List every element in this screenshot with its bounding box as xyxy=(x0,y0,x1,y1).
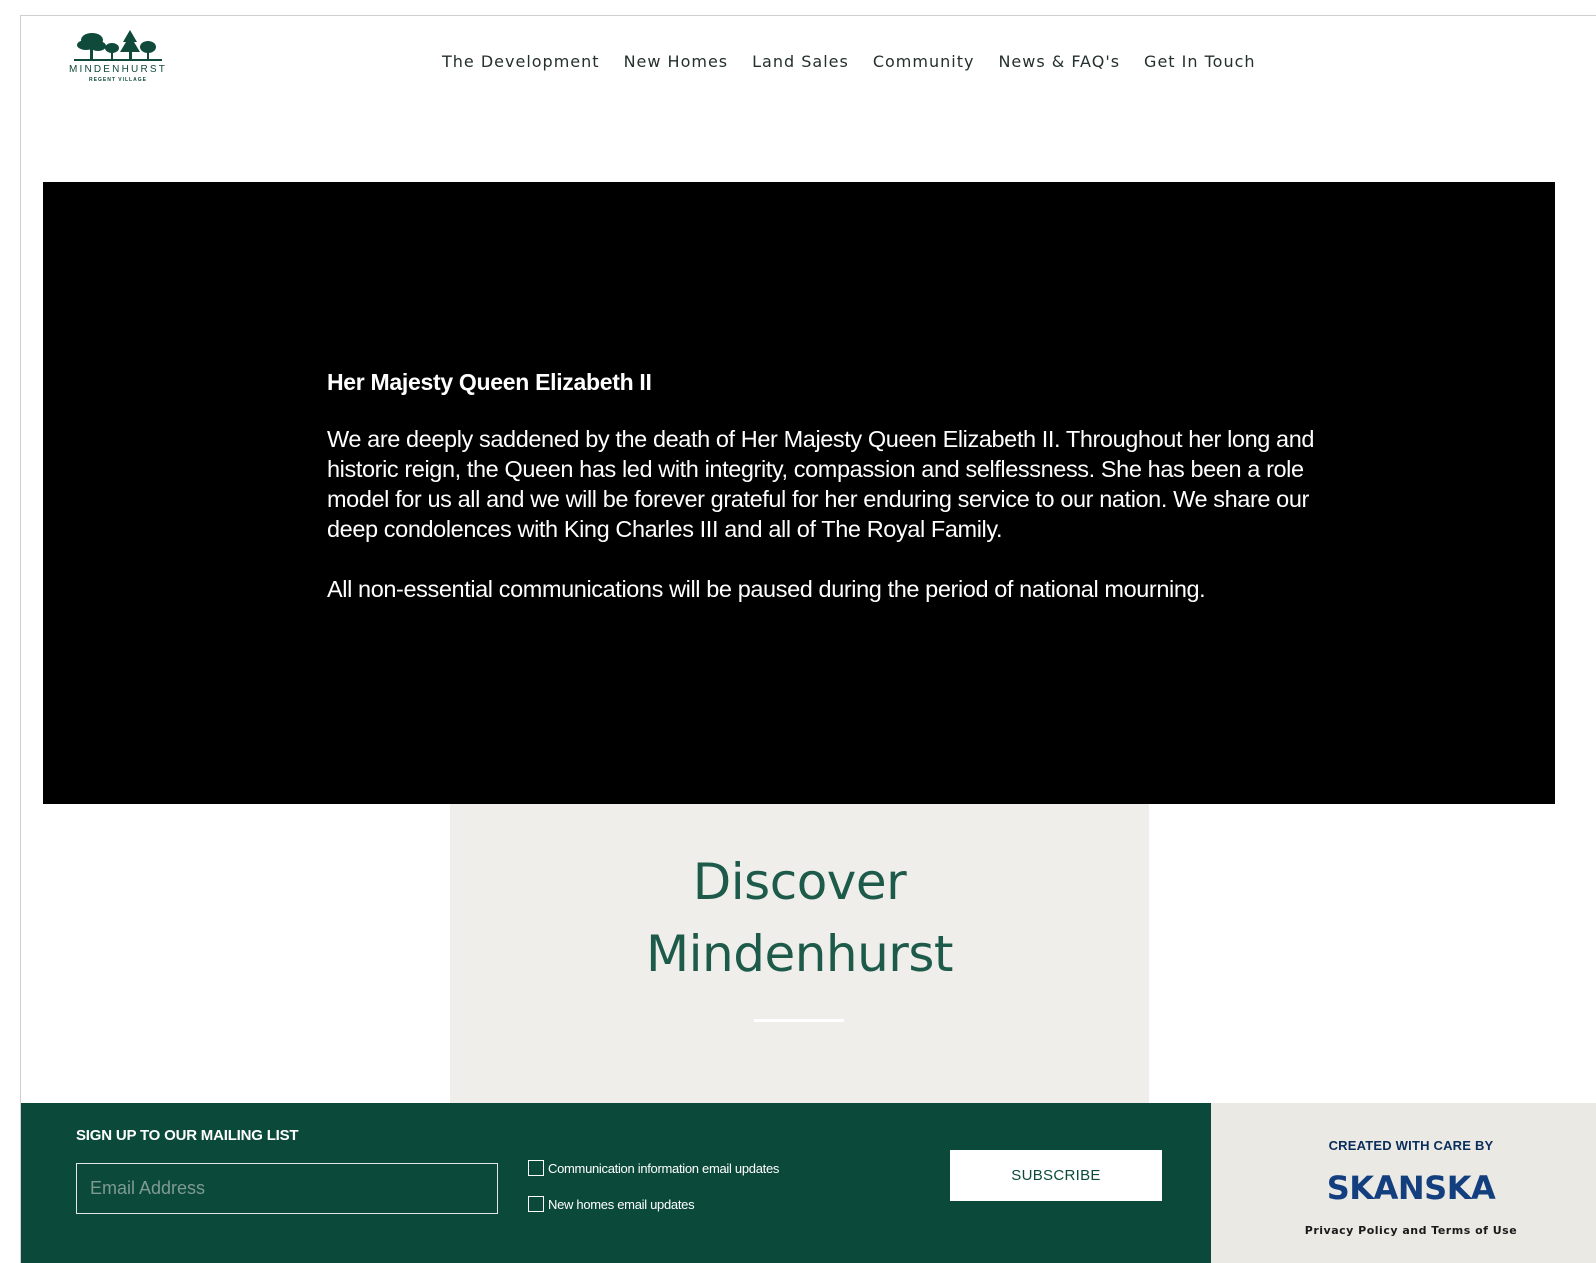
mourning-announcement: Her Majesty Queen Elizabeth II We are de… xyxy=(43,182,1555,804)
privacy-policy-link[interactable]: Privacy Policy and Terms of Use xyxy=(1211,1224,1596,1237)
credit-label: CREATED WITH CARE BY xyxy=(1328,1138,1494,1153)
nav-item-land-sales[interactable]: Land Sales xyxy=(752,52,849,71)
footer-credit: CREATED WITH CARE BY SKANSKA Privacy Pol… xyxy=(1211,1103,1596,1263)
nav-item-community[interactable]: Community xyxy=(873,52,975,71)
announcement-title: Her Majesty Queen Elizabeth II xyxy=(327,369,652,395)
mailing-list-signup: SIGN UP TO OUR MAILING LIST Communicatio… xyxy=(21,1103,1211,1263)
subscribe-button[interactable]: SUBSCRIBE xyxy=(950,1150,1162,1201)
checkbox-label: New homes email updates xyxy=(548,1196,695,1212)
nav-item-get-in-touch[interactable]: Get In Touch xyxy=(1144,52,1255,71)
discover-heading-line-2: Mindenhurst xyxy=(646,925,954,983)
checkbox-box[interactable] xyxy=(528,1196,544,1212)
checkbox-box[interactable] xyxy=(528,1160,544,1176)
discover-heading-line-1: Discover xyxy=(692,853,907,911)
logo-name: MINDENHURST xyxy=(68,64,168,75)
logo-tagline: REGENT VILLAGE xyxy=(89,77,147,83)
announcement-body: We are deeply saddened by the death of H… xyxy=(327,426,1315,542)
discover-heading: Discover Mindenhurst xyxy=(450,846,1149,990)
checkbox-communication-updates[interactable]: Communication information email updates xyxy=(528,1160,779,1176)
nav-item-news-faqs[interactable]: News & FAQ's xyxy=(998,52,1120,71)
site-logo[interactable]: MINDENHURST REGENT VILLAGE xyxy=(62,28,174,98)
tree-group-icon xyxy=(74,30,162,61)
email-address-input[interactable] xyxy=(76,1163,498,1214)
signup-heading: SIGN UP TO OUR MAILING LIST xyxy=(76,1127,299,1144)
discover-divider xyxy=(754,1019,844,1022)
announcement-note: All non-essential communications will be… xyxy=(327,576,1206,602)
nav-item-the-development[interactable]: The Development xyxy=(442,52,600,71)
announcement-content: Her Majesty Queen Elizabeth II We are de… xyxy=(327,369,1317,604)
main-nav: The Development New Homes Land Sales Com… xyxy=(442,52,1256,71)
discover-panel: Discover Mindenhurst xyxy=(450,804,1149,1103)
checkbox-label: Communication information email updates xyxy=(548,1160,780,1176)
skanska-logo[interactable]: SKANSKA xyxy=(1211,1169,1596,1207)
checkbox-new-homes-updates[interactable]: New homes email updates xyxy=(528,1196,695,1212)
nav-item-new-homes[interactable]: New Homes xyxy=(624,52,729,71)
